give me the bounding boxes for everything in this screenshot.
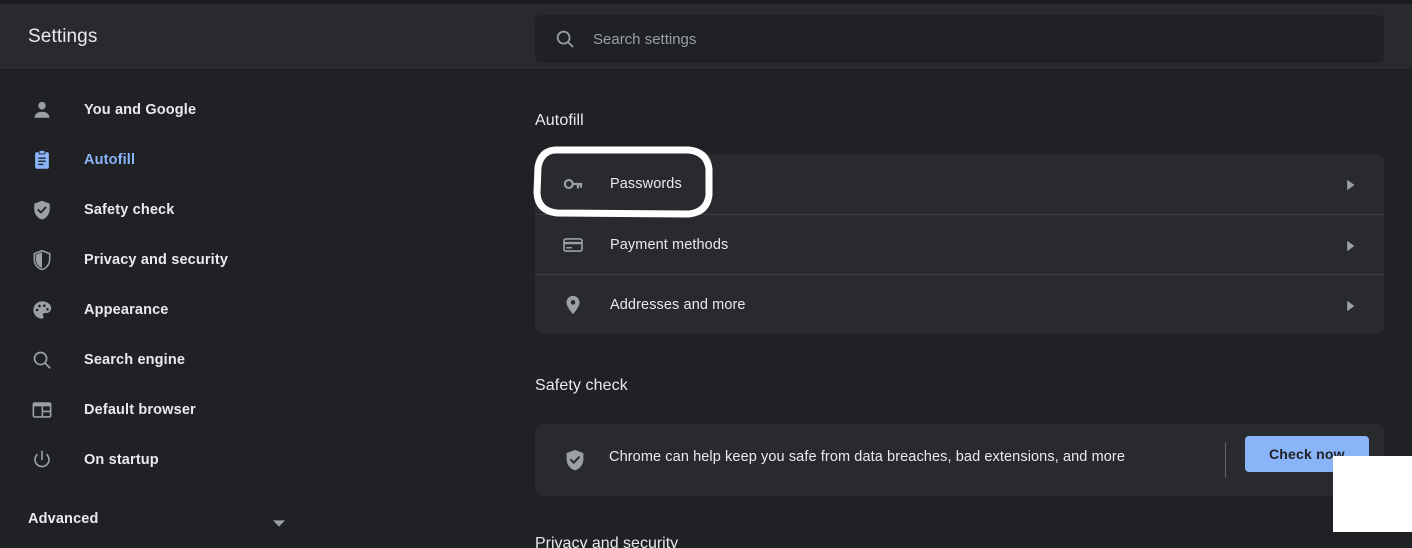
search-icon: [554, 28, 576, 50]
row-label: Passwords: [610, 176, 682, 192]
page-title: Settings: [28, 26, 98, 47]
sidebar-advanced-label: Advanced: [28, 511, 99, 527]
sidebar-item-label: You and Google: [84, 102, 197, 118]
row-label: Addresses and more: [610, 296, 746, 313]
sidebar-item-label: Default browser: [84, 402, 196, 418]
sidebar-item-safety-check[interactable]: Safety check: [0, 185, 330, 235]
privacy-and-security-section-title: Privacy and security: [535, 535, 679, 548]
palette-icon: [30, 298, 54, 322]
row-passwords[interactable]: Passwords: [535, 154, 1384, 214]
vertical-divider: [1225, 442, 1226, 478]
sidebar-item-label: Autofill: [84, 152, 136, 168]
row-addresses-and-more[interactable]: Addresses and more: [535, 274, 1384, 334]
chevron-right-icon: [1346, 178, 1356, 191]
person-icon: [30, 98, 54, 122]
safety-check-card: Chrome can help keep you safe from data …: [535, 424, 1384, 496]
key-icon: [561, 172, 585, 196]
sidebar-item-privacy-and-security[interactable]: Privacy and security: [0, 235, 330, 285]
app-header: Settings: [0, 4, 1412, 70]
credit-card-icon: [561, 233, 585, 257]
row-label: Payment methods: [610, 236, 729, 253]
browser-window-icon: [30, 398, 54, 422]
main-content: Autofill Passwords Payment methods Addre…: [330, 71, 1412, 548]
sidebar: You and Google Autofill Safety check Pri…: [0, 71, 330, 548]
location-pin-icon: [561, 293, 585, 317]
safety-check-description: Chrome can help keep you safe from data …: [609, 449, 1126, 465]
white-overlay-box: [1333, 456, 1412, 532]
sidebar-item-appearance[interactable]: Appearance: [0, 285, 330, 335]
sidebar-item-search-engine[interactable]: Search engine: [0, 335, 330, 385]
sidebar-item-you-and-google[interactable]: You and Google: [0, 85, 330, 135]
shield-icon: [30, 248, 54, 272]
clipboard-icon: [30, 148, 54, 172]
chevron-down-icon: [272, 515, 286, 527]
sidebar-item-default-browser[interactable]: Default browser: [0, 385, 330, 435]
sidebar-item-label: Appearance: [84, 302, 169, 318]
chevron-right-icon: [1346, 239, 1356, 251]
row-payment-methods[interactable]: Payment methods: [535, 214, 1384, 274]
search-input[interactable]: [593, 15, 1373, 63]
search-box[interactable]: [535, 15, 1384, 63]
chevron-right-icon: [1346, 299, 1356, 311]
sidebar-item-label: Search engine: [84, 352, 186, 368]
sidebar-item-on-startup[interactable]: On startup: [0, 435, 330, 485]
sidebar-item-autofill[interactable]: Autofill: [0, 135, 330, 185]
autofill-section-title: Autofill: [535, 112, 584, 129]
sidebar-item-label: On startup: [84, 452, 159, 468]
search-icon: [30, 348, 54, 372]
autofill-card: Passwords Payment methods Addresses and …: [535, 154, 1384, 334]
shield-check-icon: [563, 448, 587, 472]
power-icon: [30, 448, 54, 472]
sidebar-item-label: Safety check: [84, 202, 175, 218]
shield-check-icon: [30, 198, 54, 222]
sidebar-advanced-toggle[interactable]: Advanced: [0, 495, 330, 545]
safety-check-section-title: Safety check: [535, 377, 628, 394]
sidebar-item-label: Privacy and security: [84, 252, 229, 268]
settings-app: Settings You and Google: [0, 0, 1412, 548]
